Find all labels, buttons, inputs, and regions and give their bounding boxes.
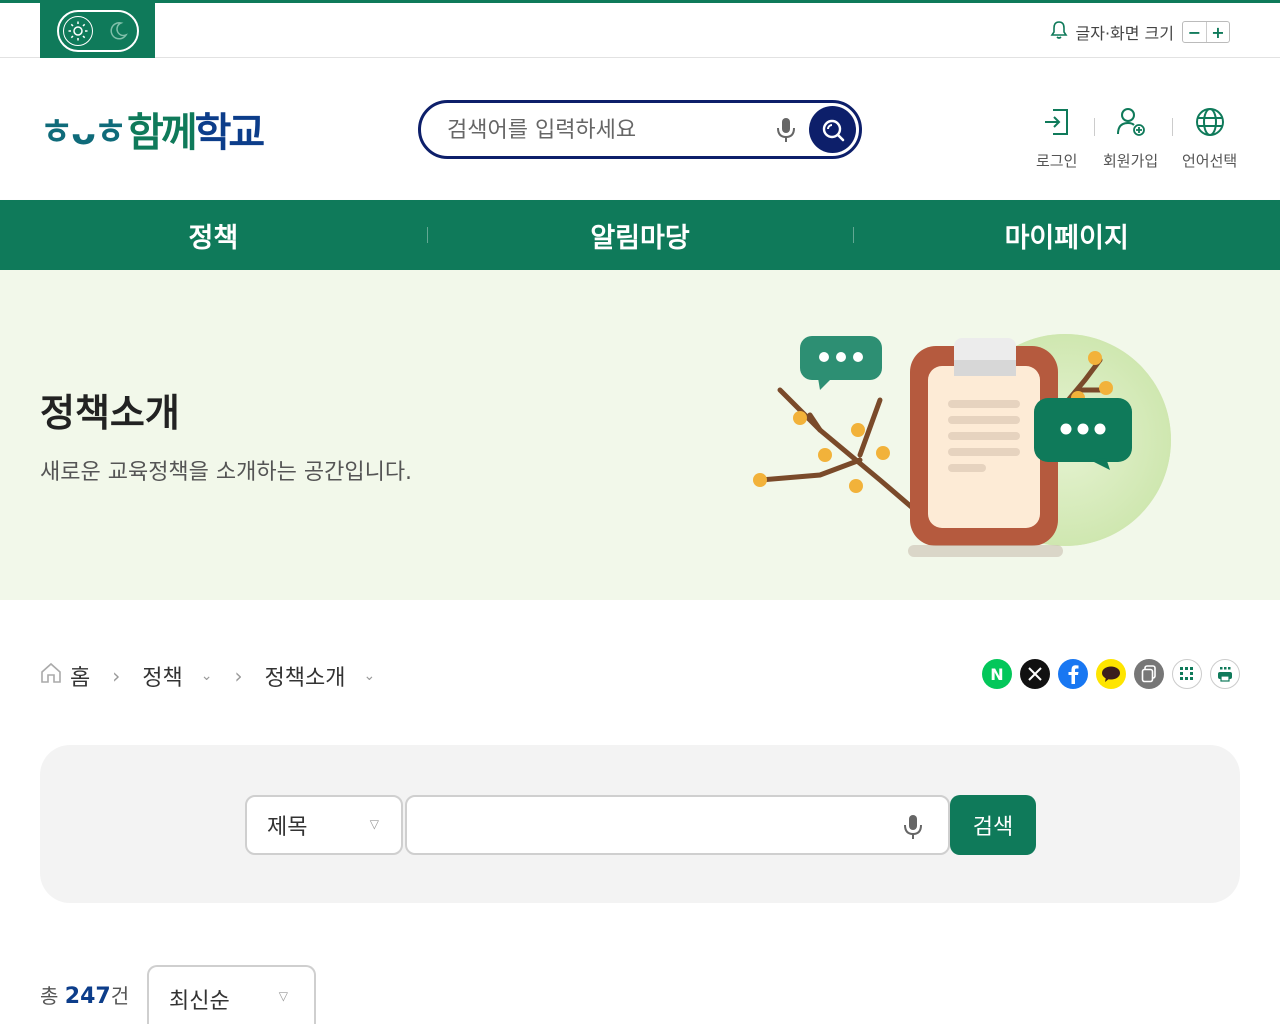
search-submit-button[interactable] [809, 106, 856, 153]
facebook-icon[interactable] [1058, 659, 1088, 689]
breadcrumb-level1[interactable]: 정책 ⌄ [142, 660, 212, 692]
main-navigation: 정책 알림마당 마이페이지 [0, 200, 1280, 270]
bell-icon [1050, 20, 1068, 44]
keyword-input[interactable] [405, 795, 950, 855]
chevron-down-icon: ⌄ [200, 668, 213, 684]
search-button[interactable]: 검색 [950, 795, 1036, 855]
naver-icon[interactable]: N [982, 659, 1012, 689]
divider [1094, 118, 1095, 136]
page-subtitle: 새로운 교육정책을 소개하는 공간입니다. [40, 460, 413, 485]
language-select-link[interactable]: 언어선택 [1182, 106, 1237, 171]
globe-icon [1194, 106, 1226, 142]
logo-name: 함께학교 [126, 110, 265, 156]
search-icon [822, 119, 844, 141]
global-search-input[interactable] [447, 115, 747, 145]
clipboard-illustration [753, 334, 1171, 557]
search-field-select[interactable]: 제목 ▽ [245, 795, 403, 855]
theme-toggle[interactable] [56, 9, 139, 52]
logo-mark: ㅎᴗㅎ [40, 112, 127, 153]
font-size-increase-button[interactable]: + [1206, 22, 1229, 42]
top-utility-bar: 글자·화면 크기 − + [0, 0, 1280, 58]
home-icon [40, 662, 62, 690]
font-size-buttons: − + [1182, 21, 1230, 43]
share-toolbar: N [982, 659, 1240, 689]
login-icon [1041, 106, 1073, 142]
microphone-icon[interactable] [902, 813, 924, 845]
nav-item-policy[interactable]: 정책 [0, 200, 427, 270]
login-link[interactable]: 로그인 [1036, 106, 1077, 171]
breadcrumb-home[interactable]: 홈 [40, 660, 90, 692]
font-size-control: 글자·화면 크기 − + [1050, 20, 1230, 44]
site-logo[interactable]: ㅎᴗㅎ 함께학교 [40, 100, 265, 158]
microphone-icon[interactable] [775, 116, 797, 148]
chevron-right-icon: › [112, 664, 121, 688]
global-search-box [418, 100, 862, 159]
font-size-label: 글자·화면 크기 [1075, 24, 1175, 43]
add-user-icon [1115, 106, 1147, 142]
nav-item-mypage[interactable]: 마이페이지 [853, 200, 1280, 270]
font-size-decrease-button[interactable]: − [1183, 22, 1206, 42]
chevron-down-icon: ▽ [369, 817, 379, 831]
page-hero: 정책소개 새로운 교육정책을 소개하는 공간입니다. [0, 270, 1280, 600]
qr-code-icon[interactable] [1172, 659, 1202, 689]
chevron-right-icon: › [234, 664, 243, 688]
chevron-down-icon: ⌄ [363, 668, 376, 684]
kakaotalk-icon[interactable] [1096, 659, 1126, 689]
chevron-down-icon: ▽ [278, 989, 288, 1003]
divider [1172, 118, 1173, 136]
nav-item-notice[interactable]: 알림마당 [426, 200, 854, 270]
board-search-panel: 제목 ▽ 검색 [40, 745, 1240, 903]
x-icon[interactable] [1020, 659, 1050, 689]
page-title: 정책소개 [40, 391, 180, 435]
sun-icon [62, 15, 93, 46]
moon-icon [107, 20, 129, 42]
breadcrumb-level2[interactable]: 정책소개 ⌄ [264, 660, 375, 692]
theme-toggle-area [40, 3, 155, 58]
breadcrumb: 홈 › 정책 ⌄ › 정책소개 ⌄ [40, 660, 375, 692]
result-count: 총 247건 [40, 984, 130, 1009]
copy-link-icon[interactable] [1134, 659, 1164, 689]
sort-select[interactable]: 최신순 ▽ [147, 965, 316, 1024]
signup-link[interactable]: 회원가입 [1103, 106, 1158, 171]
print-icon[interactable] [1210, 659, 1240, 689]
